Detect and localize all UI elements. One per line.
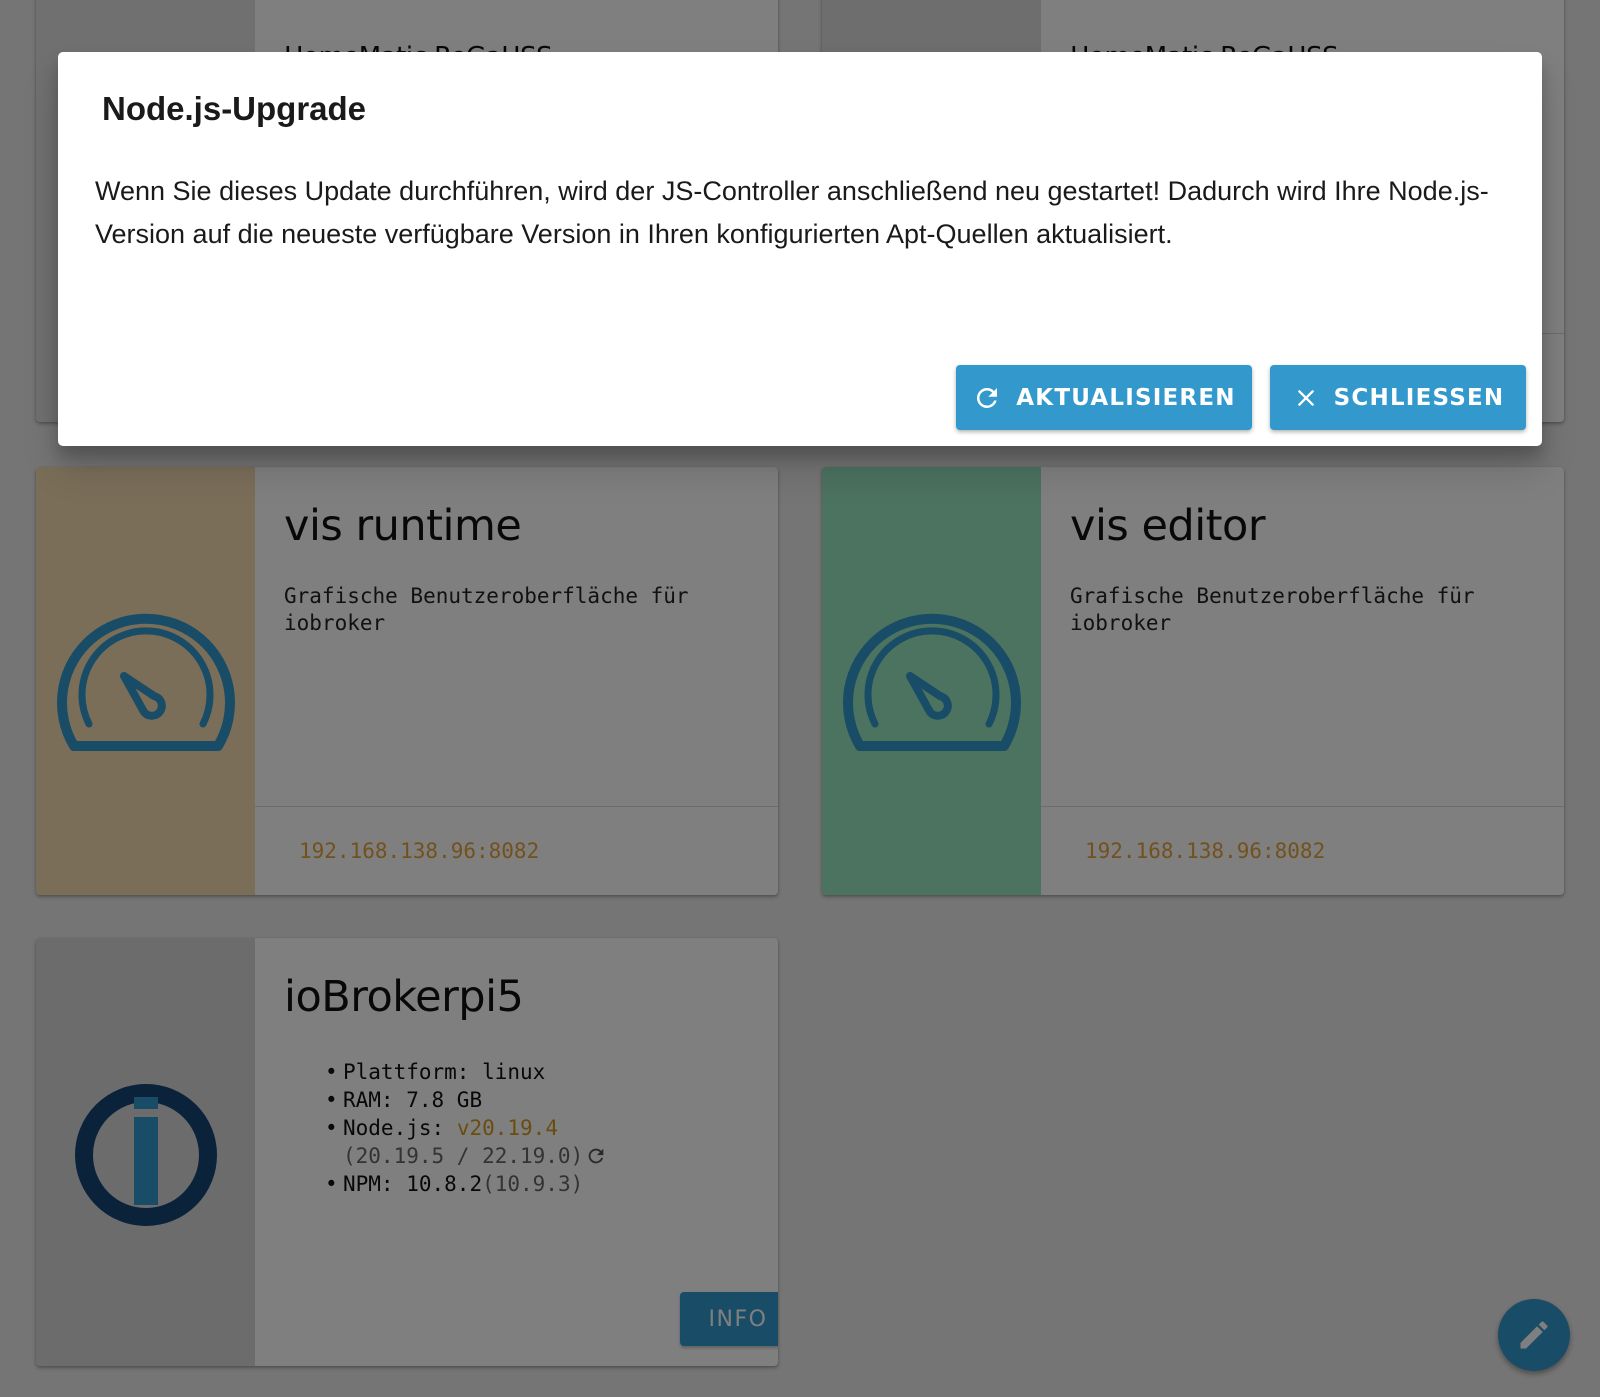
refresh-icon (977, 387, 998, 408)
dialog-title: Node.js-Upgrade (102, 90, 367, 127)
close-button-label: SCHLIESSEN (1333, 384, 1505, 411)
close-icon (1297, 389, 1314, 406)
node-upgrade-dialog: Node.js-Upgrade Wenn Sie dieses Update d… (58, 52, 1542, 446)
close-button[interactable]: SCHLIESSEN (1270, 365, 1526, 430)
update-button[interactable]: AKTUALISIEREN (956, 365, 1252, 430)
update-button-label: AKTUALISIEREN (1016, 384, 1236, 411)
dialog-body: Wenn Sie dieses Update durchführen, wird… (95, 176, 1489, 249)
